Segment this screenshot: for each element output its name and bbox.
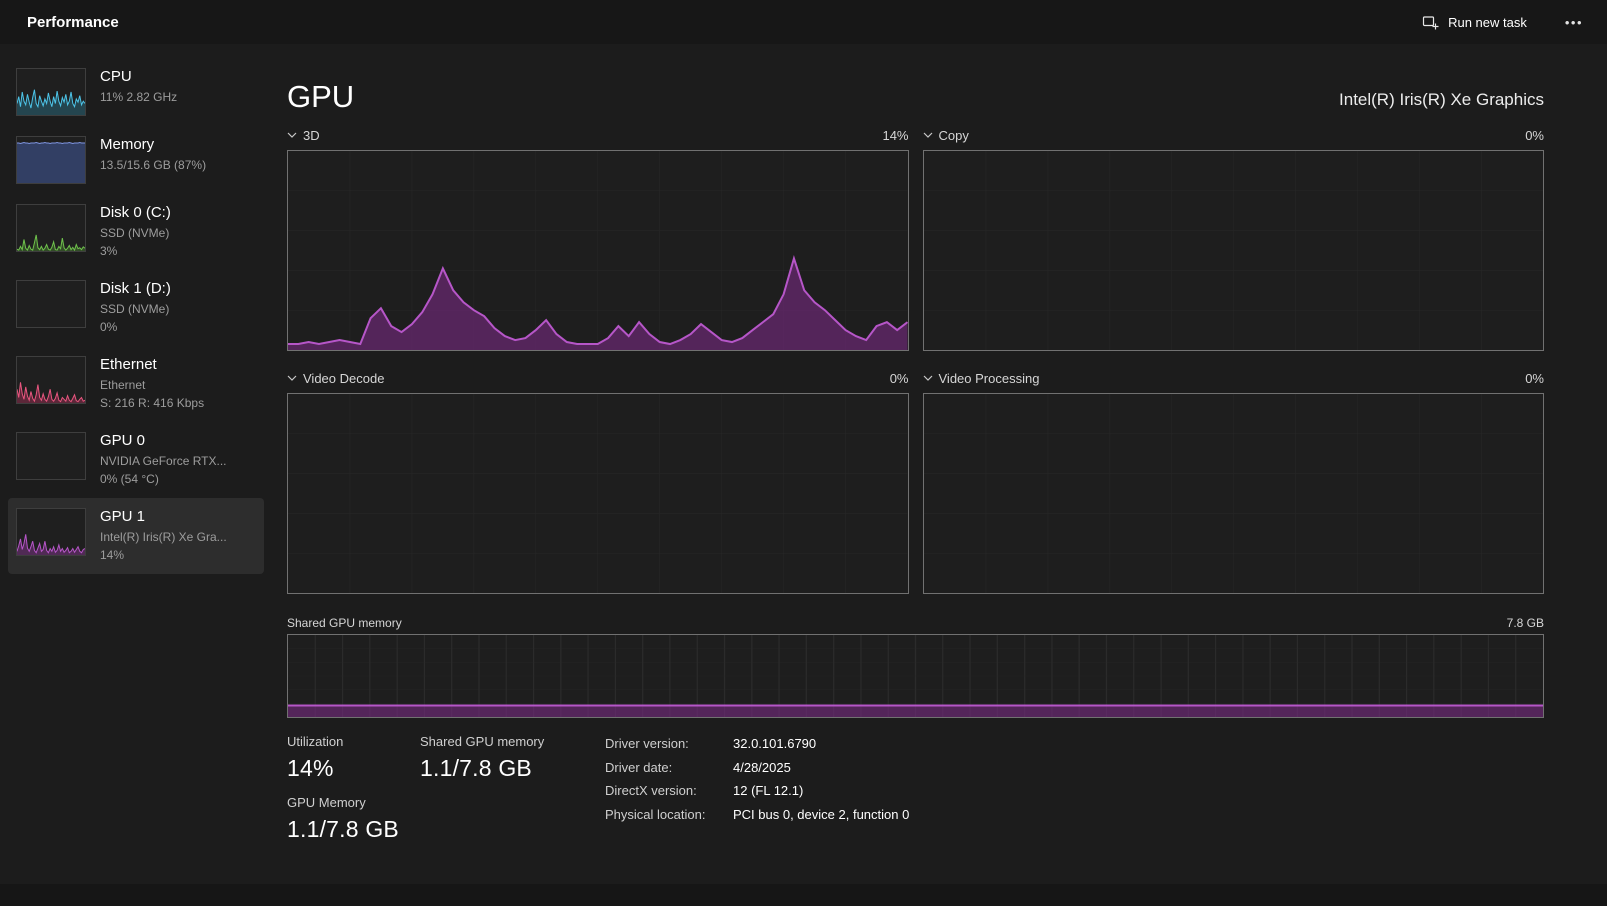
sidebar-item-sparkline — [16, 68, 86, 116]
stat-label: Shared GPU memory — [420, 734, 545, 749]
detail-row: DirectX version: 12 (FL 12.1) — [605, 783, 909, 807]
chart-current-value: 0% — [889, 370, 909, 386]
sidebar-item-subtext: 14% — [100, 548, 125, 562]
chart-area-video-decode[interactable] — [287, 393, 909, 594]
page-title: Performance — [27, 13, 119, 31]
window-bottom-edge — [0, 884, 1607, 906]
panel-title: GPU — [287, 79, 355, 114]
stat-gpu-memory: GPU Memory 1.1/7.8 GB — [287, 795, 399, 843]
stat-utilization: Utilization 14% — [287, 734, 399, 782]
sidebar-item-subtext: S: 216 R: 416 Kbps — [100, 396, 205, 410]
title-bar: Performance Run new task ••• — [0, 0, 1607, 44]
sidebar-item-subtext: 13.5/15.6 GB (87%) — [100, 158, 207, 172]
stat-shared-memory: Shared GPU memory 1.1/7.8 GB — [420, 734, 544, 782]
sidebar-item-subtext: Intel(R) Iris(R) Xe Gra... — [100, 530, 227, 544]
sidebar-item-sparkline — [16, 204, 86, 252]
sidebar-item-subtext: 0% (54 °C) — [100, 472, 159, 486]
shared-memory-label: Shared GPU memory — [287, 616, 402, 630]
sidebar-item-title: Disk 1 (D:) — [100, 280, 171, 297]
sidebar-item-subtext: SSD (NVMe) — [100, 302, 170, 316]
detail-value: 12 (FL 12.1) — [733, 783, 804, 798]
detail-label: DirectX version: — [605, 783, 697, 798]
chart-cell-video-processing: Video Processing 0% — [922, 367, 1544, 594]
chevron-down-icon — [287, 132, 297, 138]
engine-selector-copy[interactable]: Copy — [923, 128, 969, 143]
detail-label: Driver date: — [605, 759, 673, 775]
sidebar-item-sparkline — [16, 280, 86, 328]
engine-selector-3d[interactable]: 3D — [287, 128, 320, 143]
stat-label: GPU Memory — [287, 795, 366, 810]
detail-row: Driver date: 4/28/2025 — [605, 760, 909, 784]
shared-memory-header: Shared GPU memory 7.8 GB — [287, 610, 1544, 630]
chart-area-video-processing[interactable] — [922, 393, 1544, 594]
sidebar-item-title: Disk 0 (C:) — [100, 204, 171, 221]
sidebar-item-disk0[interactable]: Disk 0 (C:) SSD (NVMe) 3% — [8, 194, 264, 270]
chart-label: 3D — [303, 127, 320, 143]
sidebar-item-ethernet[interactable]: Ethernet Ethernet S: 216 R: 416 Kbps — [8, 346, 264, 422]
sidebar-item-title: Ethernet — [100, 356, 157, 373]
sidebar-item-disk1[interactable]: Disk 1 (D:) SSD (NVMe) 0% — [8, 270, 264, 346]
sidebar-item-sparkline — [16, 508, 86, 556]
chart-label: Video Processing — [938, 370, 1040, 386]
stat-value: 14% — [287, 755, 334, 781]
shared-memory-max: 7.8 GB — [1506, 616, 1544, 630]
run-new-task-button[interactable]: Run new task — [1412, 7, 1537, 38]
stat-value: 1.1/7.8 GB — [287, 816, 399, 842]
sidebar-item-title: GPU 1 — [100, 508, 146, 525]
sidebar-item-subtext: 11% 2.82 GHz — [100, 90, 178, 104]
detail-label: Driver version: — [605, 736, 689, 751]
gpu-device-name: Intel(R) Iris(R) Xe Graphics — [1339, 90, 1544, 109]
chart-cell-video-decode: Video Decode 0% — [287, 367, 909, 594]
chart-area-copy[interactable] — [922, 150, 1544, 351]
panel-header: GPU Intel(R) Iris(R) Xe Graphics — [287, 66, 1544, 112]
chevron-down-icon — [287, 375, 297, 381]
chart-cell-3d: 3D 14% — [287, 124, 909, 351]
run-new-task-label: Run new task — [1448, 14, 1527, 30]
chart-current-value: 14% — [882, 127, 909, 143]
chart-label: Copy — [938, 127, 969, 143]
gpu-panel: GPU Intel(R) Iris(R) Xe Graphics 3D 14% — [287, 44, 1544, 884]
engine-selector-video-processing[interactable]: Video Processing — [923, 370, 1040, 386]
detail-value: 32.0.101.6790 — [733, 736, 817, 751]
sidebar-item-title: GPU 0 — [100, 432, 146, 449]
sidebar-item-cpu[interactable]: CPU 11% 2.82 GHz — [8, 58, 264, 126]
sidebar-item-subtext: SSD (NVMe) — [100, 226, 170, 240]
sidebar-item-gpu0[interactable]: GPU 0 NVIDIA GeForce RTX... 0% (54 °C) — [8, 422, 264, 498]
detail-label: Physical location: — [605, 806, 706, 822]
detail-row: Physical location: PCI bus 0, device 2, … — [605, 807, 909, 831]
sidebar-item-title: Memory — [100, 136, 155, 153]
sidebar-item-gpu1[interactable]: GPU 1 Intel(R) Iris(R) Xe Gra... 14% — [8, 498, 264, 574]
chart-label: Video Decode — [303, 370, 385, 386]
detail-value: 4/28/2025 — [733, 759, 791, 775]
sidebar-item-subtext: 0% — [100, 320, 118, 334]
chart-area-shared-memory[interactable] — [287, 634, 1544, 718]
chevron-down-icon — [923, 132, 933, 138]
chevron-down-icon — [923, 375, 933, 381]
sidebar-item-subtext: Ethernet — [100, 378, 146, 392]
detail-row: Driver version: 32.0.101.6790 — [605, 736, 909, 760]
stat-value: 1.1/7.8 GB — [420, 755, 532, 781]
stat-label: Utilization — [287, 734, 344, 749]
driver-details: Driver version: 32.0.101.6790 Driver dat… — [605, 736, 909, 830]
performance-sidebar: CPU 11% 2.82 GHz Memory 13.5/15.6 GB (87… — [0, 44, 272, 884]
detail-value: PCI bus 0, device 2, function 0 — [733, 806, 910, 822]
chart-current-value: 0% — [1525, 127, 1544, 143]
ellipsis-icon: ••• — [1564, 14, 1583, 30]
sidebar-item-sparkline — [16, 432, 86, 480]
sidebar-item-memory[interactable]: Memory 13.5/15.6 GB (87%) — [8, 126, 264, 194]
gpu-stats: Utilization 14% GPU Memory 1.1/7.8 GB Sh… — [287, 734, 1544, 884]
engine-selector-video-decode[interactable]: Video Decode — [287, 371, 384, 386]
sidebar-item-subtext: 3% — [100, 244, 118, 258]
chart-current-value: 0% — [1525, 370, 1544, 386]
chart-area-3d[interactable] — [287, 150, 909, 351]
more-options-button[interactable]: ••• — [1557, 9, 1591, 36]
chart-cell-copy: Copy 0% — [922, 124, 1544, 351]
sidebar-item-subtext: NVIDIA GeForce RTX... — [100, 454, 227, 468]
run-new-task-icon — [1422, 14, 1439, 31]
sidebar-item-sparkline — [16, 356, 86, 404]
sidebar-item-sparkline — [16, 136, 86, 184]
engine-charts-grid: 3D 14% Copy 0% Video Decode 0% Video Pro… — [287, 124, 1544, 594]
sidebar-item-title: CPU — [100, 68, 132, 85]
